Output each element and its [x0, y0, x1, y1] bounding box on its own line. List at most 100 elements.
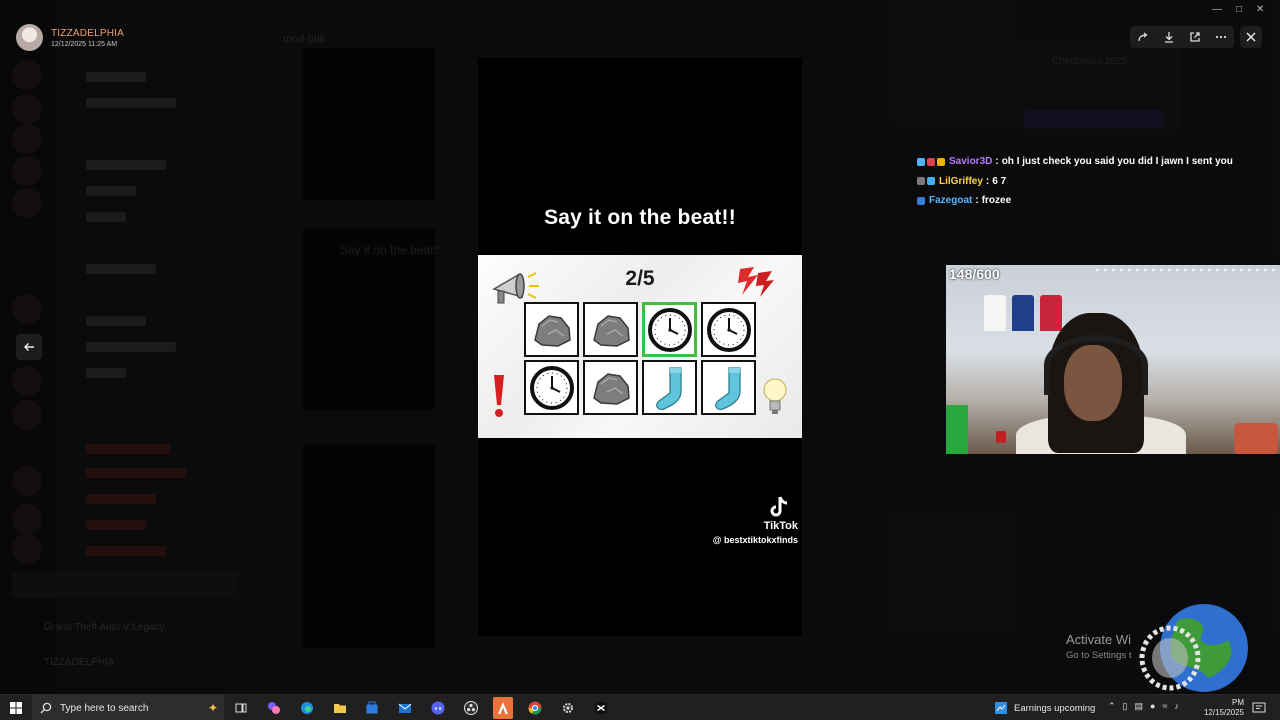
wifi-icon[interactable]: ≈ [1162, 701, 1167, 712]
edge-button[interactable] [298, 699, 316, 717]
chat-separator: : [985, 175, 990, 187]
forward-button[interactable] [1135, 29, 1151, 45]
previous-media-button[interactable] [16, 334, 42, 360]
taskbar-search[interactable]: Type here to search ✦ [32, 695, 224, 720]
chat-username[interactable]: Savior3D [949, 156, 992, 167]
wall-jersey [984, 295, 1006, 331]
activate-windows-notice: Activate Wi Go to Settings t [1066, 632, 1131, 661]
notification-icon[interactable] [1252, 701, 1266, 715]
taskbar: Type here to search ✦ Earnings upcoming … [0, 694, 1280, 720]
rhythm-puzzle: 2/5 [478, 255, 802, 438]
video-caption: Say it on the beat!! [544, 206, 736, 229]
activate-title: Activate Wi [1066, 632, 1132, 647]
window-controls: — □ ✕ [1212, 4, 1264, 15]
author-name[interactable]: TIZZADELPHIA [51, 28, 124, 39]
rock-icon [592, 372, 630, 405]
chat-text: oh I just check you said you did I jawn … [1001, 156, 1233, 168]
task-view-button[interactable] [232, 699, 250, 717]
forward-icon [1138, 32, 1148, 42]
download-button[interactable] [1161, 29, 1177, 45]
lightbulb-icon [763, 378, 787, 414]
store-icon [366, 701, 378, 714]
capcut-button[interactable] [592, 699, 610, 717]
close-viewer-button[interactable] [1240, 26, 1262, 48]
wall-jersey [1040, 295, 1062, 331]
chat-separator: : [975, 195, 979, 207]
close-icon [1246, 32, 1256, 42]
settings-button[interactable] [559, 699, 577, 717]
download-icon [1165, 32, 1173, 43]
open-external-icon [1190, 32, 1200, 42]
open-external-button[interactable] [1187, 29, 1203, 45]
file-explorer-button[interactable] [331, 699, 349, 717]
tiktok-watermark: TikTok @ bestxtiktokxfinds [711, 495, 798, 545]
chat-badge-icon [927, 177, 935, 186]
chat-badge-icon [937, 157, 945, 166]
clock-icon [529, 365, 574, 410]
chat-username[interactable]: LilGriffey [939, 176, 983, 187]
minimize-icon[interactable]: — [1212, 4, 1222, 15]
chat-badges [917, 157, 945, 166]
tile-clock [524, 360, 579, 415]
headset [1044, 335, 1148, 395]
maximize-icon[interactable]: □ [1236, 4, 1242, 15]
microphone-icon[interactable]: ● [1150, 701, 1155, 712]
windows-start-icon[interactable] [10, 702, 22, 714]
volume-icon[interactable]: ♪ [1174, 701, 1179, 712]
tile-rock [583, 360, 638, 415]
tile-rock [583, 302, 638, 357]
gear-icon [563, 703, 573, 713]
copilot-button[interactable] [265, 699, 283, 717]
discord-button[interactable] [429, 699, 447, 717]
tile-clock [701, 302, 756, 357]
tile-clock [642, 302, 697, 357]
outlook-button[interactable] [396, 699, 414, 717]
window-close-icon[interactable]: ✕ [1256, 4, 1264, 15]
obs-button[interactable] [462, 699, 480, 717]
clock-icon [647, 307, 692, 352]
app-logo-icon [498, 702, 508, 714]
obs-icon [464, 701, 478, 715]
folder-icon [334, 704, 346, 713]
system-clock[interactable]: PM 12/15/2025 [1198, 698, 1244, 718]
green-object [946, 405, 968, 454]
copilot-icon [268, 702, 280, 714]
avatar[interactable] [16, 24, 43, 51]
store-button[interactable] [363, 699, 381, 717]
webcam-feed: 148/600 [946, 265, 1280, 454]
chat-badges [917, 177, 935, 186]
chat-badge-icon [917, 177, 925, 186]
activate-subtitle: Go to Settings t [1066, 650, 1132, 661]
follower-goal: 148/600 [949, 266, 1000, 282]
discord-icon [431, 701, 445, 715]
sock-icon [714, 366, 741, 410]
chat-text: 6 7 [992, 175, 1007, 187]
mail-icon [398, 703, 412, 713]
arrow-left-icon [24, 343, 34, 351]
tile-sock [701, 360, 756, 415]
sock-icon [655, 366, 682, 410]
rock-icon [592, 314, 630, 347]
string-lights [1096, 269, 1276, 271]
chevron-up-icon[interactable]: ⌃ [1108, 701, 1116, 712]
chat-message: LilGriffey:6 7 [917, 172, 1233, 192]
news-widget-label: Earnings upcoming [1014, 702, 1096, 714]
battery-icon[interactable]: ▯ [1123, 701, 1128, 712]
chat-username[interactable]: Fazegoat [929, 195, 972, 206]
media-author: TIZZADELPHIA 12/12/2025 11:25 AM [16, 24, 124, 51]
tile-sock [642, 360, 697, 415]
chat-badges [917, 196, 925, 205]
edge-icon [301, 702, 313, 714]
network-icon[interactable]: ▤ [1135, 701, 1144, 712]
chat-badge-icon [917, 157, 925, 166]
chat-text: frozee [981, 195, 1012, 207]
active-app-button[interactable] [493, 697, 513, 719]
task-view-icon [235, 703, 247, 713]
more-button[interactable] [1213, 29, 1229, 45]
news-widget[interactable]: Earnings upcoming [994, 695, 1095, 720]
clock-time: PM [1232, 698, 1244, 707]
chat-message: Fazegoat: frozee [917, 191, 1233, 211]
chrome-button[interactable] [526, 699, 544, 717]
chat-badge-icon [917, 196, 925, 205]
tiktok-brand: TikTok [763, 520, 798, 532]
